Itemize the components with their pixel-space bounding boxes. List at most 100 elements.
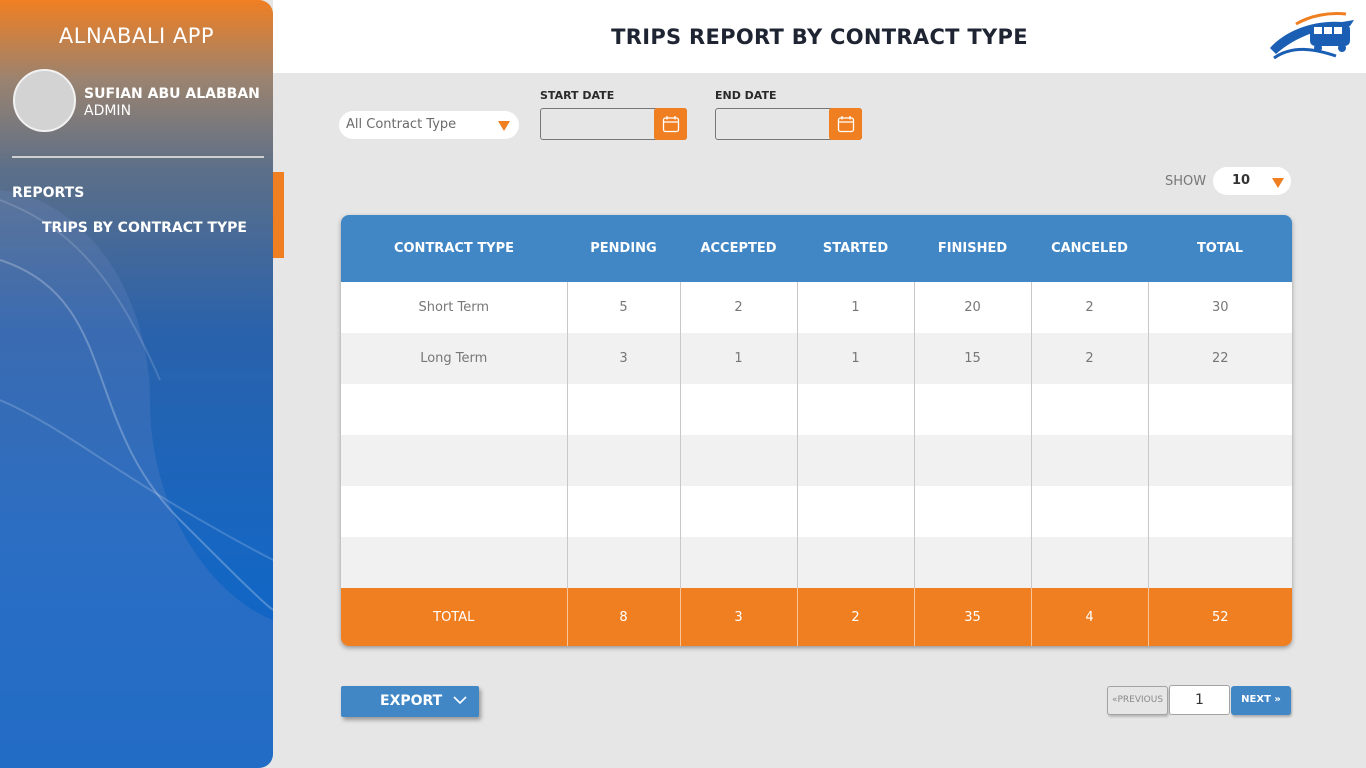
table-cell: 20 <box>913 282 1031 333</box>
next-page-button[interactable]: NEXT » <box>1231 686 1291 715</box>
app-name: ALNABALI APP <box>58 24 215 48</box>
page-size-value: 10 <box>1232 173 1251 188</box>
column-header-pending[interactable]: PENDING <box>567 215 680 282</box>
table-cell <box>341 384 567 435</box>
total-cell-canceled: 4 <box>1030 588 1148 646</box>
contract-type-value: All Contract Type <box>346 117 457 132</box>
table-cell: 5 <box>566 282 680 333</box>
table-cell: 22 <box>1147 333 1292 384</box>
sidebar: ALNABALI APP SUFIAN ABU ALABBAN ADMIN RE… <box>0 0 273 768</box>
column-header-started[interactable]: STARTED <box>797 215 914 282</box>
table-cell <box>679 486 797 537</box>
table-cell <box>796 486 914 537</box>
user-name: SUFIAN ABU ALABBAN <box>84 86 260 102</box>
table-header-row: CONTRACT TYPE PENDING ACCEPTED STARTED F… <box>341 215 1292 282</box>
table-cell: 2 <box>1030 333 1148 384</box>
table-row: Long Term 3 1 1 15 2 22 <box>341 333 1292 384</box>
total-cell-started: 2 <box>796 588 914 646</box>
start-date-input[interactable] <box>540 108 687 140</box>
table-cell <box>679 537 797 588</box>
sidebar-item-trips-by-contract-type[interactable]: TRIPS BY CONTRACT TYPE <box>42 220 247 236</box>
end-date-input[interactable] <box>715 108 862 140</box>
table-cell <box>1147 384 1292 435</box>
table-cell: 2 <box>679 282 797 333</box>
contract-type-select[interactable]: All Contract Type <box>339 111 519 139</box>
table-cell <box>913 486 1031 537</box>
page-title: TRIPS REPORT BY CONTRACT TYPE <box>611 25 1028 49</box>
table-total-row: TOTAL 8 3 2 35 4 52 <box>341 588 1292 646</box>
total-cell-pending: 8 <box>566 588 680 646</box>
page-number-input[interactable]: 1 <box>1169 685 1230 715</box>
column-header-canceled[interactable]: CANCELED <box>1031 215 1148 282</box>
table-cell: 1 <box>679 333 797 384</box>
previous-label: PREVIOUS <box>1117 695 1164 705</box>
table-cell <box>796 537 914 588</box>
previous-page-button[interactable]: «PREVIOUS <box>1107 686 1168 715</box>
calendar-icon <box>662 116 679 133</box>
table-cell <box>1147 486 1292 537</box>
table-row-empty <box>341 486 1292 537</box>
table-cell <box>341 537 567 588</box>
table-cell: Short Term <box>418 300 490 315</box>
table-cell <box>341 435 567 486</box>
caret-down-icon <box>498 121 510 131</box>
active-nav-indicator <box>273 172 284 258</box>
table-cell <box>1147 435 1292 486</box>
end-date-label: END DATE <box>715 89 777 102</box>
table-cell <box>1147 537 1292 588</box>
table-cell <box>566 435 680 486</box>
table-cell <box>1030 537 1148 588</box>
table-cell: 15 <box>913 333 1031 384</box>
column-header-total[interactable]: TOTAL <box>1148 215 1292 282</box>
table-cell: 1 <box>796 282 914 333</box>
chevron-down-icon <box>453 696 467 705</box>
double-chevron-right-icon: » <box>1274 694 1281 705</box>
column-header-contract-type[interactable]: CONTRACT TYPE <box>341 215 567 282</box>
table-cell <box>341 486 567 537</box>
export-label: EXPORT <box>380 693 443 709</box>
table-cell <box>566 384 680 435</box>
report-table: CONTRACT TYPE PENDING ACCEPTED STARTED F… <box>341 215 1292 646</box>
start-date-calendar-button[interactable] <box>654 108 687 140</box>
table-cell <box>913 537 1031 588</box>
show-label: SHOW <box>1165 174 1207 189</box>
page-size-select[interactable]: 10 <box>1213 167 1291 195</box>
avatar[interactable] <box>13 69 76 132</box>
calendar-icon <box>837 116 854 133</box>
column-header-finished[interactable]: FINISHED <box>914 215 1031 282</box>
table-cell: 2 <box>1030 282 1148 333</box>
table-cell <box>1030 486 1148 537</box>
table-row: Short Term 5 2 1 20 2 30 <box>341 282 1292 333</box>
table-row-empty <box>341 537 1292 588</box>
total-cell-accepted: 3 <box>679 588 797 646</box>
total-label: TOTAL <box>433 609 475 625</box>
next-label: NEXT <box>1241 694 1271 705</box>
user-role: ADMIN <box>84 103 132 119</box>
app-root: ALNABALI APP SUFIAN ABU ALABBAN ADMIN RE… <box>0 0 1366 768</box>
export-button[interactable]: EXPORT <box>341 686 479 717</box>
table-row-empty <box>341 384 1292 435</box>
table-cell <box>1030 435 1148 486</box>
header: TRIPS REPORT BY CONTRACT TYPE <box>273 0 1366 73</box>
total-cell-finished: 35 <box>913 588 1031 646</box>
table-cell <box>913 384 1031 435</box>
table-cell <box>679 384 797 435</box>
table-cell <box>1030 384 1148 435</box>
table-cell <box>679 435 797 486</box>
table-cell <box>566 537 680 588</box>
column-header-accepted[interactable]: ACCEPTED <box>680 215 797 282</box>
total-cell-total: 52 <box>1147 588 1292 646</box>
bus-logo-icon <box>1270 12 1354 60</box>
table-cell: 1 <box>796 333 914 384</box>
start-date-label: START DATE <box>540 89 615 102</box>
table-cell <box>796 435 914 486</box>
table-cell: 3 <box>566 333 680 384</box>
sidebar-section-reports[interactable]: REPORTS <box>12 185 84 201</box>
table-cell <box>796 384 914 435</box>
table-cell: Long Term <box>420 351 488 366</box>
end-date-calendar-button[interactable] <box>829 108 862 140</box>
table-cell: 30 <box>1147 282 1292 333</box>
table-cell <box>566 486 680 537</box>
table-row-empty <box>341 435 1292 486</box>
sidebar-divider <box>12 156 264 158</box>
